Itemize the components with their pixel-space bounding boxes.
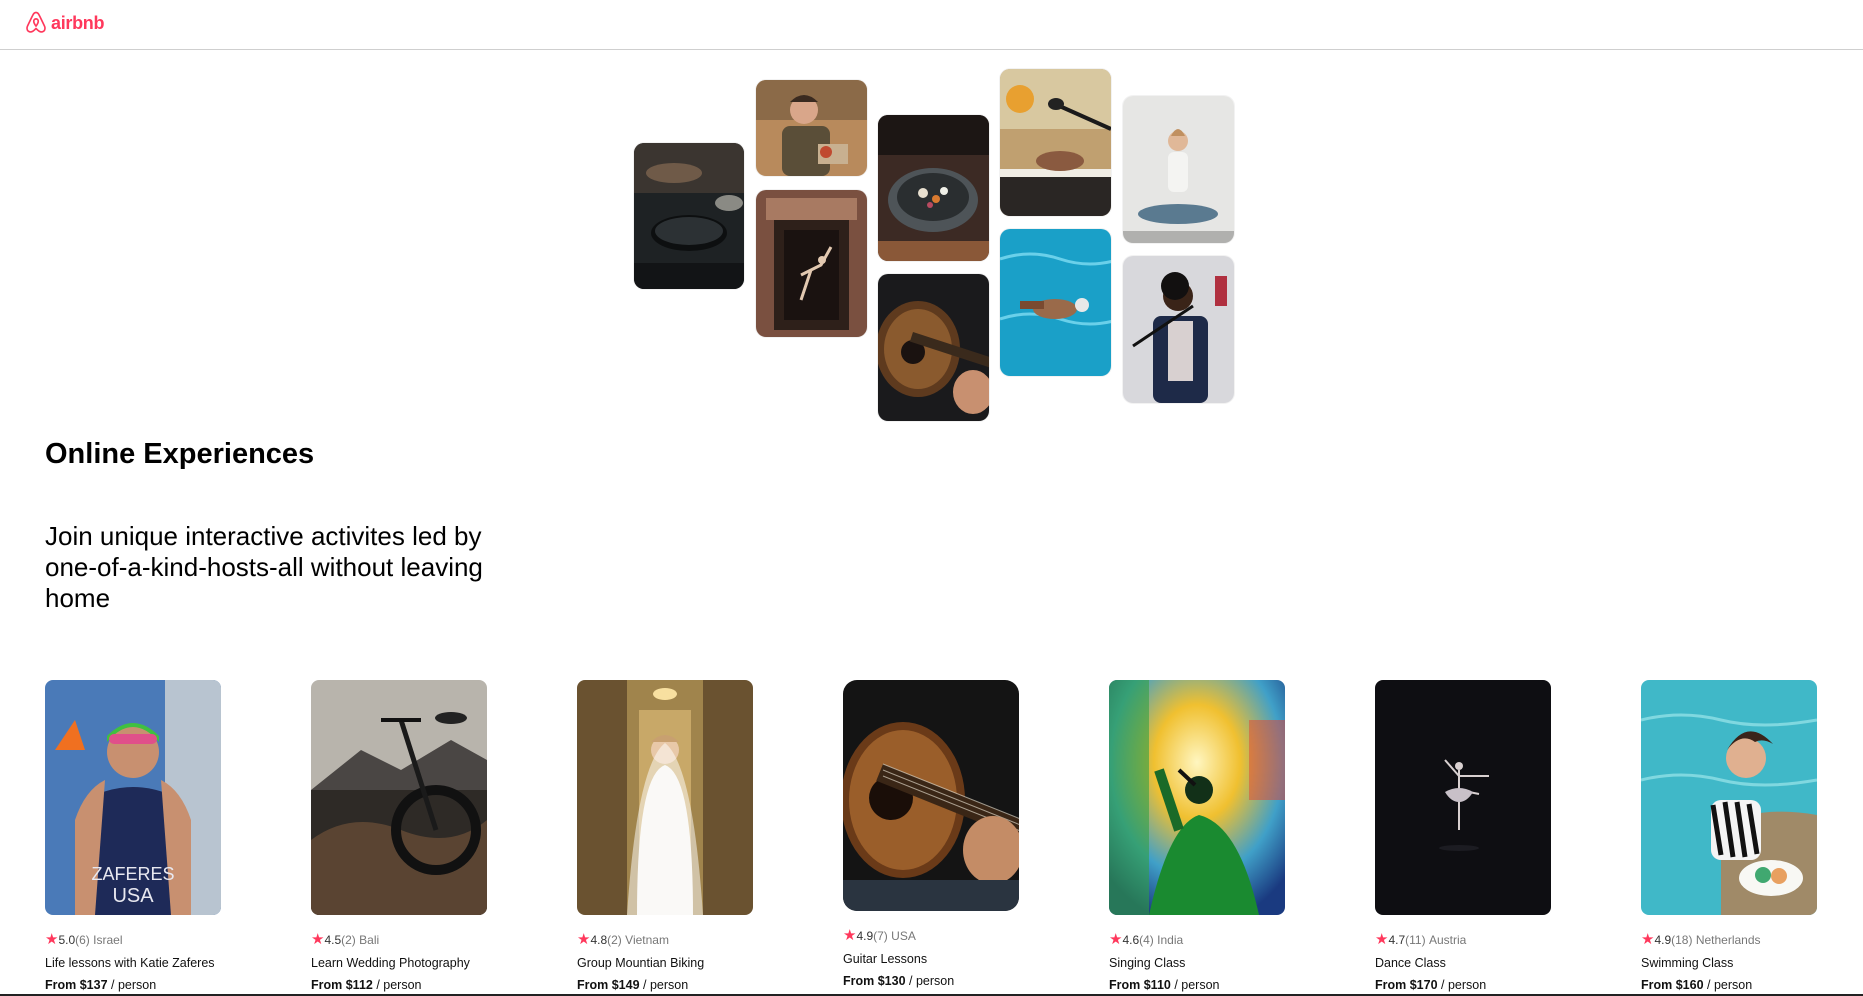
card-price-prefix: From xyxy=(45,978,80,992)
card-price-suffix: / person xyxy=(107,978,157,992)
card-rating: 4.5 xyxy=(324,933,342,947)
card-location: Vietnam xyxy=(625,933,669,947)
card-title: Group Mountian Biking xyxy=(577,956,705,970)
card-stats: ★ 4.9 (7) USA xyxy=(843,927,1043,944)
card-review-count: (6) xyxy=(75,933,90,947)
card-price: From $110 / person xyxy=(1109,978,1309,992)
pool-woman-photo xyxy=(1641,680,1817,915)
card-stats: ★ 4.6 (4) India xyxy=(1109,931,1309,948)
swimmer-athlete-photo: ZAFERES USA xyxy=(45,680,221,915)
card-rating: 4.7 xyxy=(1388,933,1406,947)
star-icon: ★ xyxy=(1375,931,1389,948)
card-stats: ★ 5.0 (6) Israel xyxy=(45,931,245,948)
card-price-suffix: / person xyxy=(1703,978,1753,992)
card-price-amount: $160 xyxy=(1675,978,1704,992)
card-title: Dance Class xyxy=(1375,956,1446,970)
card-review-count: (2) xyxy=(341,933,356,947)
card-price-suffix: / person xyxy=(639,978,689,992)
card-price-prefix: From xyxy=(1109,978,1144,992)
mountain-bike-photo xyxy=(311,680,487,915)
svg-text:ZAFERES: ZAFERES xyxy=(91,864,174,884)
experience-card[interactable]: ★ 4.9 (18) Netherlands Swimming Class Fr… xyxy=(1641,680,1841,992)
card-rating: 4.9 xyxy=(1654,933,1672,947)
card-price-amount: $137 xyxy=(79,978,108,992)
star-icon: ★ xyxy=(1109,931,1123,948)
experience-card[interactable]: ★ 4.9 (7) USA Guitar Lessons From $130 /… xyxy=(843,680,1043,988)
card-location: Israel xyxy=(93,933,123,947)
card-price-amount: $110 xyxy=(1143,978,1171,992)
experience-card[interactable]: ★ 4.8 (2) Vietnam Group Mountian Biking … xyxy=(577,680,777,992)
card-price-amount: $170 xyxy=(1409,978,1438,992)
concert-singer-photo xyxy=(1109,680,1285,915)
card-price-suffix: / person xyxy=(372,978,422,992)
card-review-count: (2) xyxy=(607,933,622,947)
card-title: Guitar Lessons xyxy=(843,952,928,966)
bride-veil-photo xyxy=(577,680,753,915)
card-review-count: (7) xyxy=(873,929,888,943)
card-price-prefix: From xyxy=(1641,978,1676,992)
card-rating: 4.6 xyxy=(1122,933,1140,947)
card-location: Austria xyxy=(1428,933,1467,947)
acoustic-guitar-photo xyxy=(843,680,1019,911)
card-price-prefix: From xyxy=(577,978,612,992)
card-title: Swimming Class xyxy=(1641,956,1734,970)
card-price: From $160 / person xyxy=(1641,978,1841,992)
card-price-amount: $130 xyxy=(877,974,906,988)
card-price: From $137 / person xyxy=(45,978,245,992)
star-icon: ★ xyxy=(45,931,59,948)
star-icon: ★ xyxy=(1641,931,1655,948)
experience-cards: ZAFERES USA ★ 5.0 (6) Israel Life lesson… xyxy=(0,0,1863,996)
svg-text:USA: USA xyxy=(112,885,154,907)
card-review-count: (4) xyxy=(1139,933,1154,947)
card-rating: 5.0 xyxy=(58,933,76,947)
card-price-suffix: / person xyxy=(905,974,955,988)
card-title: Life lessons with Katie Zaferes xyxy=(45,956,215,970)
card-rating: 4.9 xyxy=(856,929,874,943)
card-price-amount: $112 xyxy=(345,978,373,992)
experience-card[interactable]: ★ 4.6 (4) India Singing Class From $110 … xyxy=(1109,680,1309,992)
card-price-prefix: From xyxy=(843,974,878,988)
card-stats: ★ 4.9 (18) Netherlands xyxy=(1641,931,1841,948)
card-location: Bali xyxy=(359,933,380,947)
card-price-suffix: / person xyxy=(1170,978,1220,992)
experience-card[interactable]: ★ 4.5 (2) Bali Learn Wedding Photography… xyxy=(311,680,511,992)
card-price: From $149 / person xyxy=(577,978,777,992)
card-stats: ★ 4.8 (2) Vietnam xyxy=(577,931,777,948)
experience-card[interactable]: ZAFERES USA ★ 5.0 (6) Israel Life lesson… xyxy=(45,680,245,992)
ballet-dancer-photo xyxy=(1375,680,1551,915)
card-price: From $130 / person xyxy=(843,974,1043,988)
star-icon: ★ xyxy=(843,927,857,944)
card-price-prefix: From xyxy=(311,978,346,992)
card-price-suffix: / person xyxy=(1437,978,1487,992)
card-price: From $112 / person xyxy=(311,978,511,992)
card-stats: ★ 4.5 (2) Bali xyxy=(311,931,511,948)
card-price-prefix: From xyxy=(1375,978,1410,992)
card-review-count: (11) xyxy=(1405,933,1426,947)
card-price-amount: $149 xyxy=(611,978,640,992)
card-location: India xyxy=(1157,933,1184,947)
star-icon: ★ xyxy=(577,931,591,948)
card-title: Learn Wedding Photography xyxy=(311,956,470,970)
card-location: USA xyxy=(891,929,916,943)
card-review-count: (18) xyxy=(1671,933,1693,947)
star-icon: ★ xyxy=(311,931,325,948)
card-stats: ★ 4.7 (11) Austria xyxy=(1375,931,1575,948)
card-title: Singing Class xyxy=(1109,956,1186,970)
card-price: From $170 / person xyxy=(1375,978,1575,992)
card-rating: 4.8 xyxy=(590,933,608,947)
card-location: Netherlands xyxy=(1695,933,1761,947)
experience-card[interactable]: ★ 4.7 (11) Austria Dance Class From $170… xyxy=(1375,680,1575,992)
